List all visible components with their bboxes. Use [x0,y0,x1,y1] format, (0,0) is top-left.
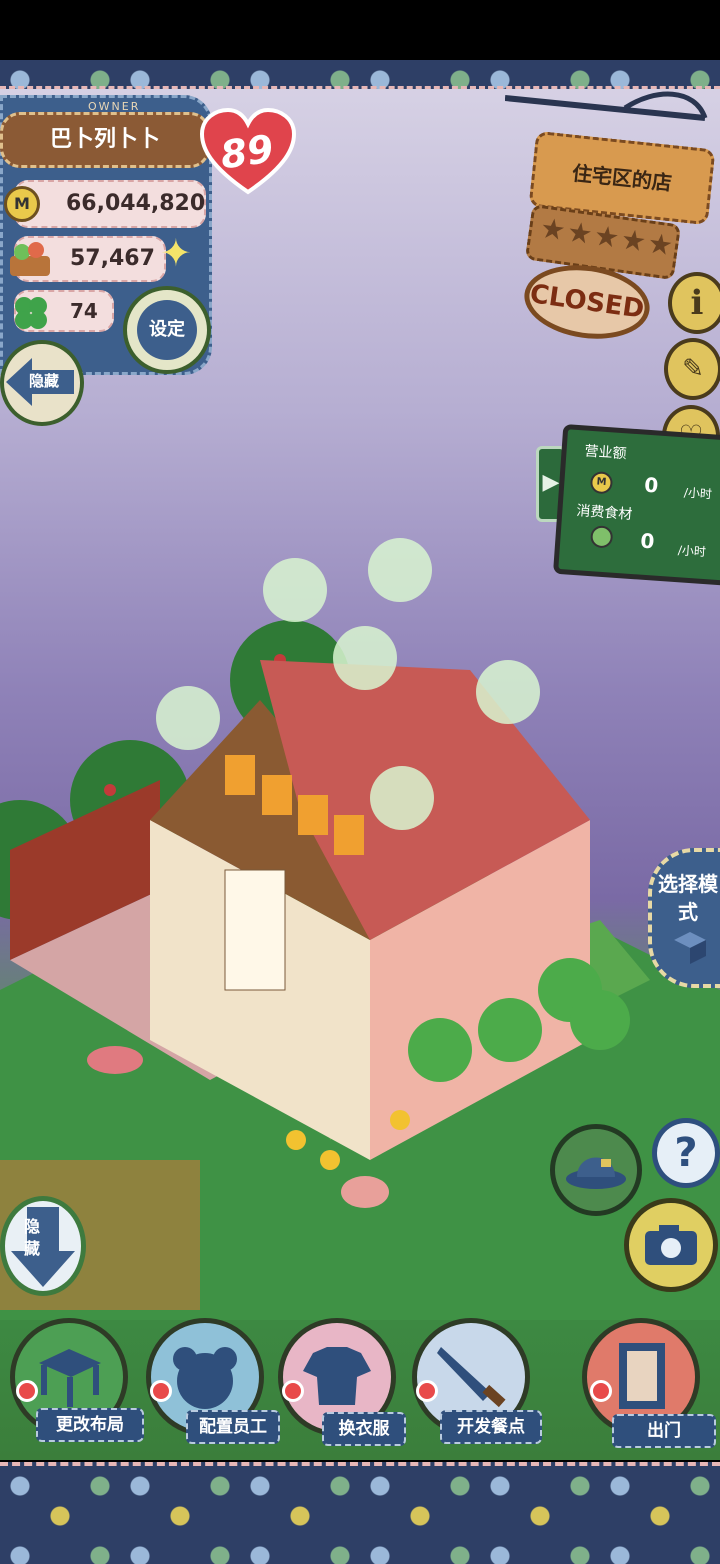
top-star-border [0,60,720,89]
bottom-star-border [0,1462,720,1564]
toolbar-dish-label: 开发餐点 [440,1410,542,1444]
pin-icon [282,1380,304,1402]
cube-icon [674,932,706,964]
revenue-label: 营业额 [584,443,628,463]
clover-icon [15,297,47,329]
coin-icon: M [4,186,40,222]
owner-name: 巴卜列卜卜 [0,112,210,168]
food-consumed-label: 消费食材 [575,503,633,523]
toolbar-staff-label: 配置员工 [186,1410,280,1444]
pin-icon [416,1380,438,1402]
sparkle-icon: ✦ [160,231,192,275]
toolbar-go-out-label: 出门 [612,1414,716,1448]
food-basket-icon [10,242,50,276]
info-button[interactable]: i [668,272,720,334]
settings-label: 设定 [149,319,185,340]
revenue-coin-icon: M [589,470,614,495]
earnings-board: 营业额 M 0 /小时 消费食材 0 /小时 [552,423,720,587]
pin-icon [16,1380,38,1402]
help-button[interactable]: ? [652,1118,720,1188]
revenue-value: 0 [643,472,660,498]
hide-bottom-label: 隐藏 [24,1217,41,1258]
revenue-unit: /小时 [683,485,713,502]
food-consumed-value: 0 [639,528,656,554]
camera-icon [645,1225,697,1265]
owner-label: OWNER [88,100,141,113]
hat-icon [566,1157,626,1189]
food-consumed-unit: /小时 [677,543,707,560]
camera-button[interactable] [624,1198,718,1292]
toolbar-layout-label: 更改布局 [36,1408,144,1442]
pin-icon [590,1380,612,1402]
select-mode-label: 选择模式 [658,872,718,924]
food-consumed-icon [589,525,614,549]
money-display: 66,044,820 [14,180,206,228]
toolbar-clothes-label: 换衣服 [322,1412,406,1446]
pin-icon [150,1380,172,1402]
hide-top-label: 隐藏 [28,372,59,390]
recipe-book-icon[interactable]: ✎ [664,338,720,400]
